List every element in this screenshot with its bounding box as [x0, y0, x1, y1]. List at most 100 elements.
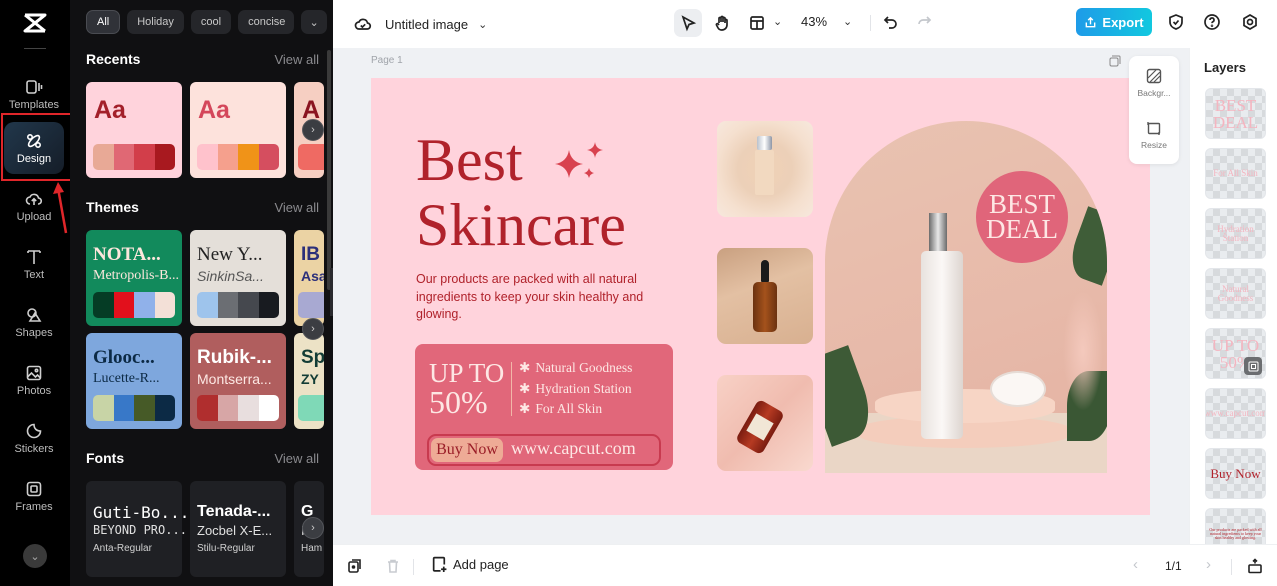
- rail-item-label: Frames: [15, 500, 53, 513]
- lotion-bottle-photo[interactable]: [717, 375, 813, 471]
- rail-item-frames[interactable]: Frames: [4, 470, 64, 522]
- page-manager-button[interactable]: [1245, 556, 1265, 576]
- serum-dropper-photo[interactable]: [717, 248, 813, 344]
- security-button[interactable]: [1162, 8, 1190, 36]
- features-list[interactable]: ✱ Natural Goodness ✱ Hydration Station ✱ For …: [519, 358, 632, 420]
- rail-more-button[interactable]: ⌄: [23, 544, 47, 568]
- promo-box[interactable]: UP TO 50% ✱ Natural Goodness ✱ Hydration St…: [415, 344, 673, 470]
- layer-replace-badge[interactable]: [1244, 357, 1262, 375]
- settings-button[interactable]: [1236, 8, 1264, 36]
- themes-next-button[interactable]: ›: [302, 318, 324, 340]
- delete-page-button[interactable]: [383, 556, 403, 576]
- cta-row[interactable]: Buy Now www.capcut.com: [427, 434, 661, 466]
- panel-scrollbar[interactable]: [327, 50, 331, 290]
- font-card[interactable]: Guti-Bo... BEYOND PRO... Anta-Regular: [86, 481, 189, 577]
- theme-card[interactable]: IB Asa: [294, 230, 324, 326]
- rail-item-label: Upload: [16, 210, 52, 223]
- layer-item[interactable]: BEST DEAL: [1205, 88, 1266, 139]
- layout-button[interactable]: [743, 9, 771, 37]
- feature-item[interactable]: ✱ Natural Goodness: [519, 358, 632, 379]
- font-caption: Stilu-Regular: [197, 543, 255, 554]
- chip-cool[interactable]: cool: [190, 10, 232, 34]
- hero-product-photo[interactable]: [825, 121, 1107, 473]
- hand-tool-button[interactable]: [708, 9, 736, 37]
- rail-item-stickers[interactable]: Stickers: [4, 412, 64, 464]
- color-swatch: [134, 395, 155, 421]
- best-deal-badge[interactable]: BEST DEAL: [976, 171, 1068, 263]
- chip-all[interactable]: All: [86, 10, 121, 34]
- zoom-level[interactable]: 43%: [801, 14, 827, 29]
- theme-card[interactable]: NOTA... Metropolis-B...: [86, 230, 182, 326]
- add-page-button[interactable]: Add page: [431, 556, 509, 573]
- promo-discount[interactable]: UP TO 50%: [429, 360, 504, 419]
- color-swatches: [298, 292, 324, 318]
- undo-button[interactable]: [877, 9, 905, 37]
- theme-card[interactable]: New Y... SinkinSa...: [190, 230, 286, 326]
- export-button[interactable]: Export: [1076, 8, 1152, 36]
- select-tool-button[interactable]: [674, 9, 702, 37]
- font-title: Guti-Bo...: [93, 503, 190, 522]
- foundation-photo[interactable]: [717, 121, 813, 217]
- website-url[interactable]: www.capcut.com: [511, 438, 636, 459]
- help-button[interactable]: [1198, 8, 1226, 36]
- font-card[interactable]: Tenada-... Zocbel X-E... Stilu-Regular: [190, 481, 286, 577]
- layout-dropdown-icon[interactable]: ⌄: [773, 15, 782, 28]
- background-button[interactable]: Backgr...: [1129, 68, 1179, 98]
- color-swatches: [93, 144, 175, 170]
- zoom-dropdown-icon[interactable]: ⌄: [843, 15, 852, 28]
- layer-item[interactable]: UP TO 50%: [1205, 328, 1266, 379]
- chips-expand-button[interactable]: ⌄: [301, 10, 328, 34]
- recents-next-button[interactable]: ›: [302, 119, 324, 141]
- theme-card[interactable]: Glooc... Lucette-R...: [86, 333, 182, 429]
- dropper-top: [761, 260, 769, 282]
- theme-subtitle: Lucette-R...: [93, 371, 160, 386]
- chip-concise[interactable]: concise: [238, 10, 295, 34]
- buy-now-button[interactable]: Buy Now: [431, 438, 503, 462]
- recent-palette-card[interactable]: Aa: [190, 82, 286, 178]
- layer-item[interactable]: www.capcut.com: [1205, 388, 1266, 439]
- title-dropdown-icon[interactable]: ⌄: [478, 18, 487, 31]
- feature-item[interactable]: ✱ For All Skin: [519, 399, 632, 420]
- next-page-button[interactable]: ›: [1206, 556, 1211, 573]
- top-bar: Untitled image ⌄ ⌄ 43% ⌄ Export: [333, 0, 1277, 48]
- design-page[interactable]: Best Skincare Our products are packed wi…: [371, 78, 1150, 515]
- fonts-next-button[interactable]: ›: [302, 517, 324, 539]
- rail-item-photos[interactable]: Photos: [4, 354, 64, 406]
- description-text[interactable]: Our products are packed with all natural…: [416, 271, 676, 324]
- theme-card[interactable]: Rubik-... Montserra...: [190, 333, 286, 429]
- redo-button[interactable]: [910, 9, 938, 37]
- headline-skincare[interactable]: Skincare: [416, 195, 626, 255]
- themes-view-all-link[interactable]: View all: [274, 200, 319, 215]
- chip-holiday[interactable]: Holiday: [127, 10, 184, 34]
- duplicate-page-button[interactable]: [345, 556, 365, 576]
- rail-item-shapes[interactable]: Shapes: [4, 296, 64, 348]
- headline-best[interactable]: Best: [416, 130, 523, 190]
- cloud-saved-button[interactable]: [349, 10, 377, 38]
- bottom-bar: Add page ‹ 1/1 ›: [333, 544, 1277, 586]
- capcut-logo[interactable]: [20, 10, 50, 36]
- theme-card[interactable]: Sp ZY: [294, 333, 324, 429]
- rail-item-upload[interactable]: Upload: [4, 180, 64, 232]
- feature-item[interactable]: ✱ Hydration Station: [519, 379, 632, 400]
- document-title[interactable]: Untitled image: [385, 17, 468, 32]
- recent-palette-card[interactable]: Aa: [86, 82, 182, 178]
- duplicate-page-icon[interactable]: [1109, 55, 1121, 67]
- recents-view-all-link[interactable]: View all: [274, 52, 319, 67]
- layer-item[interactable]: Hydration Station: [1205, 208, 1266, 259]
- lotion-bottle: [735, 398, 785, 456]
- resize-button[interactable]: Resize: [1129, 120, 1179, 150]
- layer-item[interactable]: Our products are packed with all natural…: [1205, 508, 1266, 544]
- rail-item-text[interactable]: Text: [4, 238, 64, 290]
- prev-page-button[interactable]: ‹: [1133, 556, 1138, 573]
- color-swatch: [197, 144, 218, 170]
- fonts-view-all-link[interactable]: View all: [274, 451, 319, 466]
- color-swatch: [298, 395, 324, 421]
- left-rail: Templates Design Upload Text Shapes Phot…: [0, 0, 73, 586]
- layer-item[interactable]: Natural Goodness: [1205, 268, 1266, 319]
- layer-item[interactable]: For All Skin: [1205, 148, 1266, 199]
- color-swatch: [154, 292, 175, 318]
- layer-item[interactable]: Buy Now: [1205, 448, 1266, 499]
- sparkles-icon[interactable]: [553, 142, 613, 186]
- badge-line-2: DEAL: [986, 214, 1058, 244]
- replace-image-icon: [1248, 361, 1258, 371]
